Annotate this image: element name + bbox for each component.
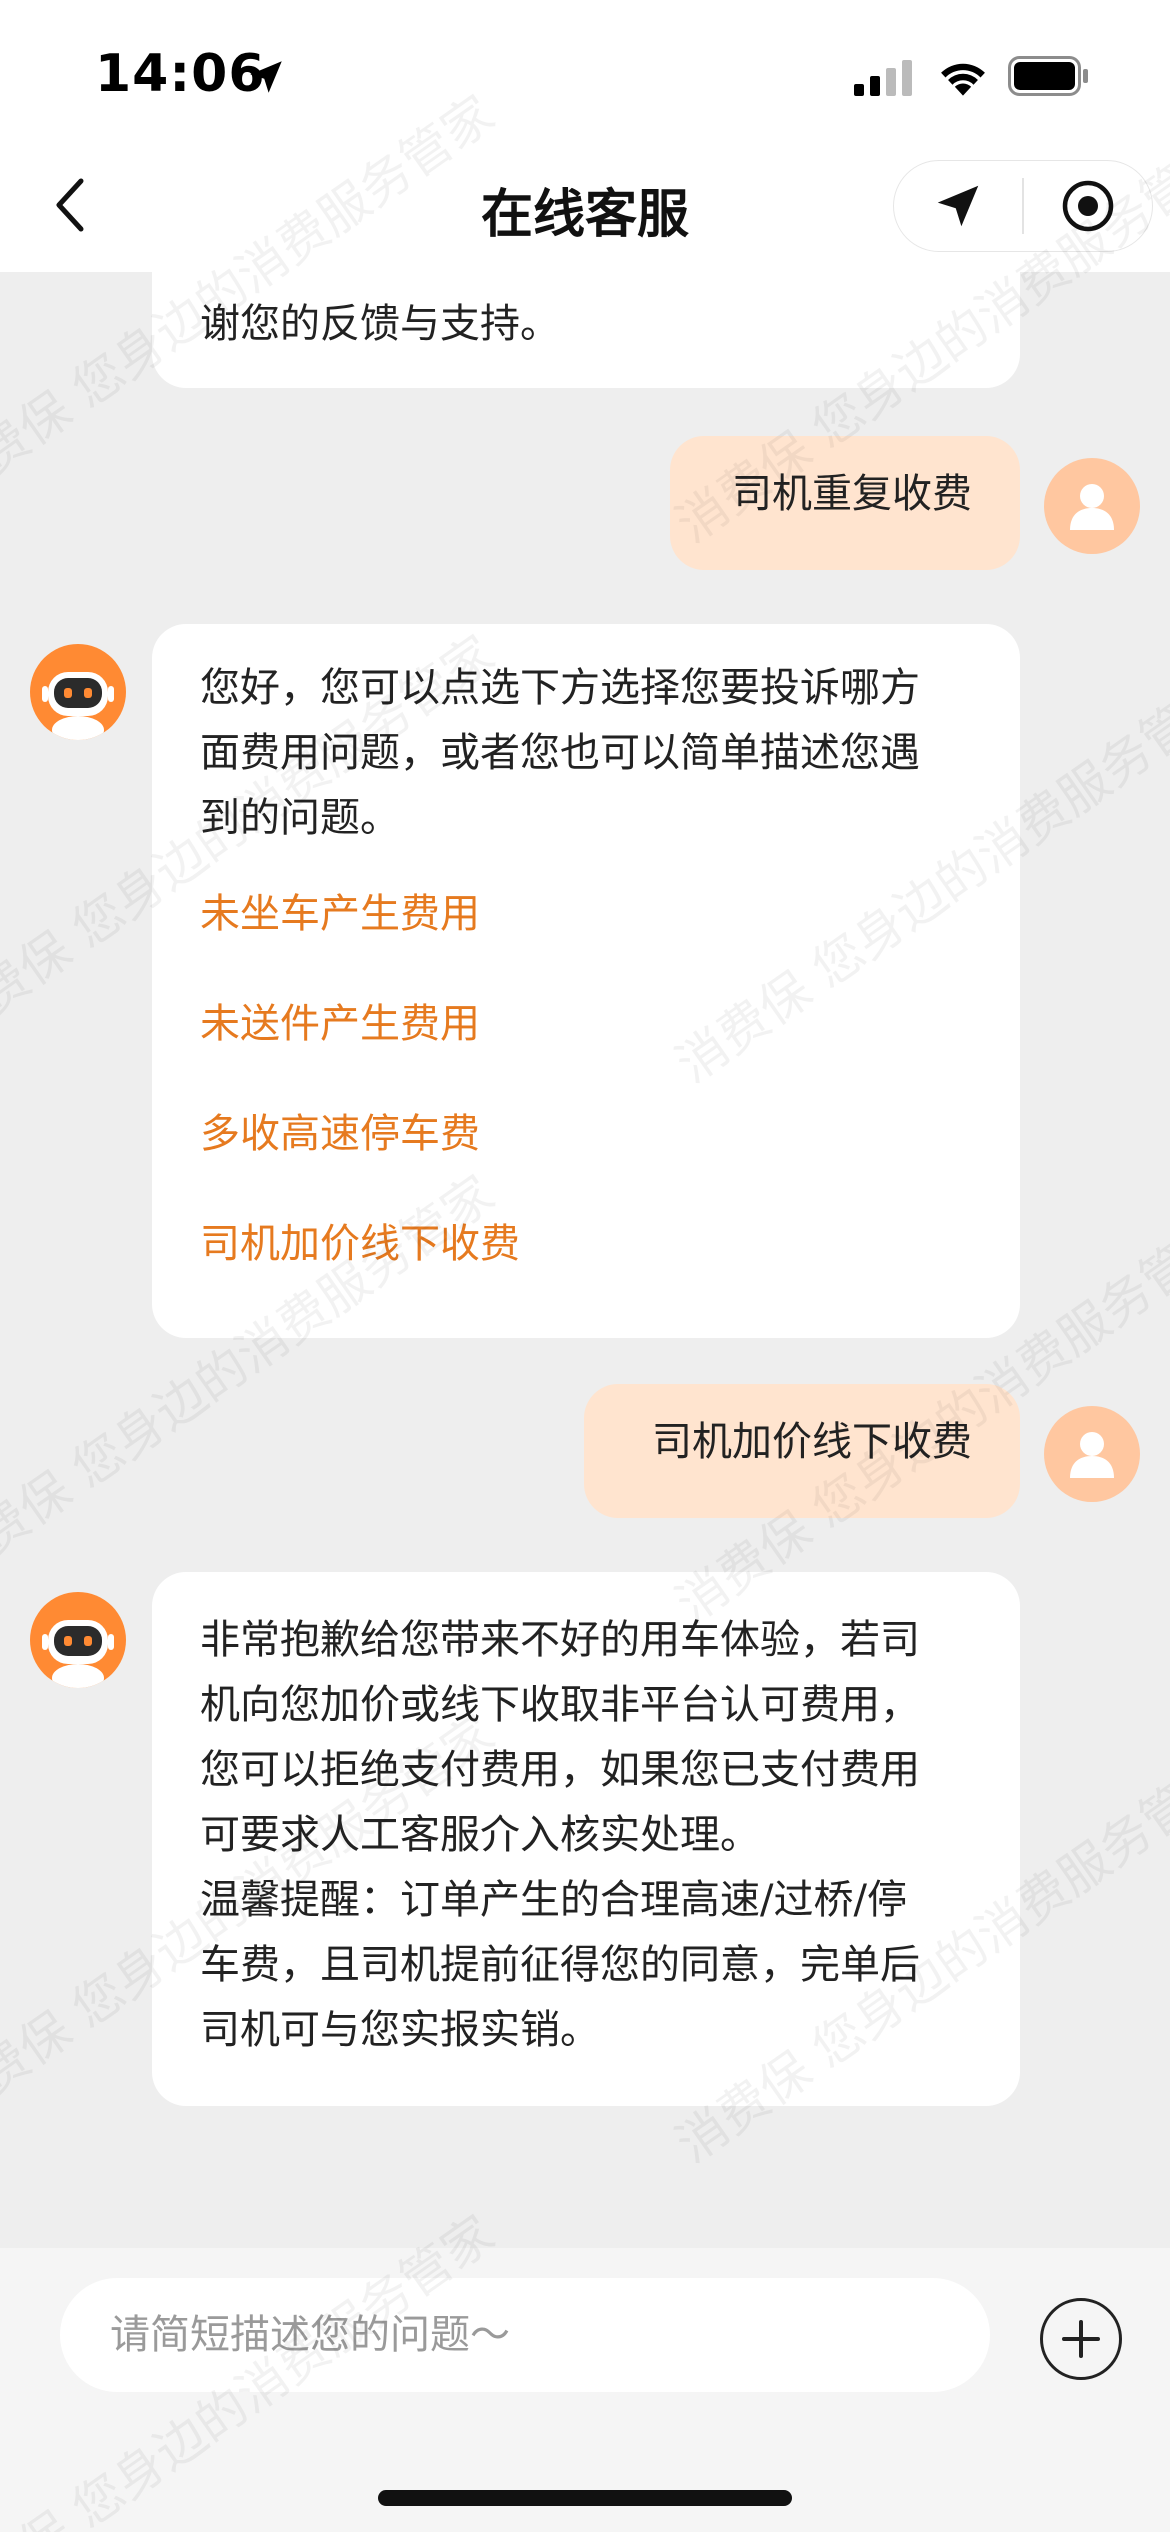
bot-message-partial: 谢您的反馈与支持。 xyxy=(152,272,1020,388)
user-message: 司机重复收费 xyxy=(670,436,1020,570)
input-bar xyxy=(0,2248,1170,2532)
option-no-ride-fee[interactable]: 未坐车产生费用 xyxy=(200,859,968,969)
target-circle-icon xyxy=(1062,180,1114,232)
chat-area[interactable]: 谢您的反馈与支持。 司机重复收费 您好，您可以点选下方选择您要投诉哪方 面费用问… xyxy=(0,272,1170,2248)
robot-icon xyxy=(42,1620,114,1688)
user-avatar xyxy=(1044,458,1140,554)
message-text: 司机重复收费 xyxy=(732,471,972,517)
message-text: 司机加价线下收费 xyxy=(652,1419,972,1465)
robot-icon xyxy=(42,672,114,740)
top-bar: 14:06 在线客服 xyxy=(0,0,1170,272)
message-input[interactable] xyxy=(60,2278,990,2392)
user-message: 司机加价线下收费 xyxy=(584,1384,1020,1518)
message-text: 谢您的反馈与支持。 xyxy=(200,301,560,347)
bot-avatar xyxy=(30,644,126,740)
option-driver-offline-charge[interactable]: 司机加价线下收费 xyxy=(200,1189,968,1299)
bot-message: 非常抱歉给您带来不好的用车体验，若司 机向您加价或线下收取非平台认可费用， 您可… xyxy=(152,1572,1020,2106)
share-location-button[interactable] xyxy=(894,160,1022,252)
option-list: 未坐车产生费用 未送件产生费用 多收高速停车费 司机加价线下收费 xyxy=(200,859,968,1299)
home-indicator xyxy=(378,2490,792,2506)
user-avatar xyxy=(1044,1406,1140,1502)
user-silhouette-icon xyxy=(1070,1432,1114,1478)
navigation-arrow-icon xyxy=(937,185,979,227)
more-actions-button[interactable] xyxy=(1040,2298,1122,2380)
status-time: 14:06 xyxy=(95,44,266,104)
cellular-signal-icon xyxy=(854,60,916,100)
option-extra-toll-parking[interactable]: 多收高速停车费 xyxy=(200,1079,968,1189)
bot-avatar xyxy=(30,1592,126,1688)
bot-message: 您好，您可以点选下方选择您要投诉哪方 面费用问题，或者您也可以简单描述您遇 到的… xyxy=(152,624,1020,1338)
battery-icon xyxy=(1008,56,1090,100)
user-silhouette-icon xyxy=(1070,484,1114,530)
app-root: 14:06 在线客服 谢您的反馈与支持。 司机重复收费 您好，您可以点选下方选择… xyxy=(0,0,1170,2532)
wifi-icon xyxy=(935,56,991,102)
plus-icon xyxy=(1062,2320,1100,2358)
message-text: 非常抱歉给您带来不好的用车体验，若司 机向您加价或线下收取非平台认可费用， 您可… xyxy=(200,1617,920,2053)
message-text: 您好，您可以点选下方选择您要投诉哪方 面费用问题，或者您也可以简单描述您遇 到的… xyxy=(200,665,920,841)
close-miniprogram-button[interactable] xyxy=(1024,160,1152,252)
mini-program-capsule xyxy=(893,160,1153,252)
option-no-delivery-fee[interactable]: 未送件产生费用 xyxy=(200,969,968,1079)
location-arrow-icon xyxy=(245,56,287,102)
